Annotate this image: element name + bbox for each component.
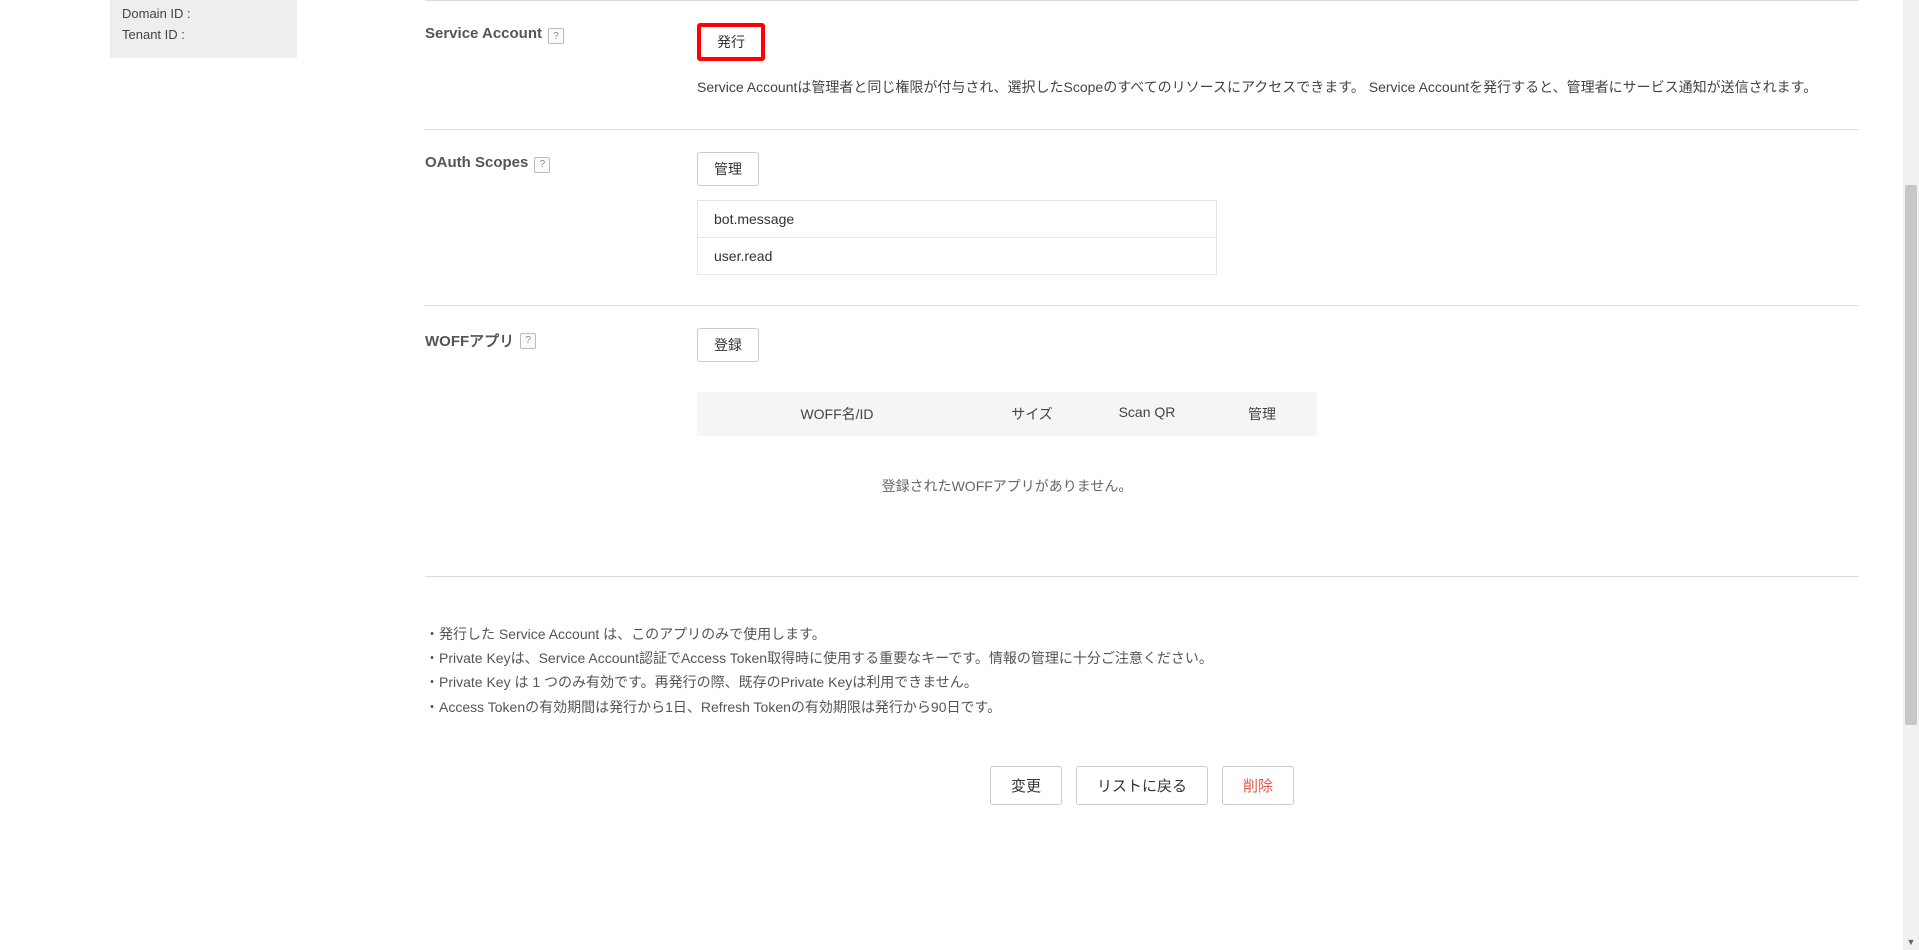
left-rail xyxy=(0,0,110,950)
woff-col-size: サイズ xyxy=(977,404,1087,424)
woff-app-label: WOFFアプリ xyxy=(425,330,514,351)
oauth-scopes-label: OAuth Scopes xyxy=(425,154,528,171)
oauth-scopes-label-row: OAuth Scopes ? xyxy=(425,152,673,275)
scope-list: bot.message user.read xyxy=(697,200,1217,275)
section-oauth-scopes: OAuth Scopes ? 管理 bot.message user.read xyxy=(425,129,1859,305)
woff-col-qr: Scan QR xyxy=(1087,404,1207,424)
issue-button[interactable]: 発行 xyxy=(697,23,765,61)
scope-item: bot.message xyxy=(698,201,1216,237)
help-icon[interactable]: ? xyxy=(534,157,550,173)
service-account-label-row: Service Account ? xyxy=(425,23,673,99)
woff-table-header: WOFF名/ID サイズ Scan QR 管理 xyxy=(697,392,1317,436)
notes-block: ・発行した Service Account は、このアプリのみで使用します。 ・… xyxy=(425,576,1859,719)
back-to-list-button[interactable]: リストに戻る xyxy=(1076,766,1208,805)
oauth-scopes-content: 管理 bot.message user.read xyxy=(697,152,1859,275)
help-icon[interactable]: ? xyxy=(520,333,536,349)
section-woff-app: WOFFアプリ ? 登録 WOFF名/ID サイズ Scan QR 管理 登録さ… xyxy=(425,305,1859,576)
service-account-content: 発行 Service Accountは管理者と同じ権限が付与され、選択したSco… xyxy=(697,23,1859,99)
woff-col-manage: 管理 xyxy=(1207,404,1317,424)
sidebar: Domain ID : Tenant ID : xyxy=(110,0,297,950)
help-icon[interactable]: ? xyxy=(548,28,564,44)
section-service-account: Service Account ? 発行 Service Accountは管理者… xyxy=(425,0,1859,129)
scroll-down-icon[interactable]: ▼ xyxy=(1903,934,1919,950)
woff-empty-message: 登録されたWOFFアプリがありません。 xyxy=(697,436,1317,546)
domain-id-label: Domain ID : xyxy=(122,4,285,25)
note-line: ・Private Keyは、Service Account認証でAccess T… xyxy=(425,647,1859,669)
change-button[interactable]: 変更 xyxy=(990,766,1062,805)
woff-app-content: 登録 WOFF名/ID サイズ Scan QR 管理 登録されたWOFFアプリが… xyxy=(697,328,1859,546)
service-account-label: Service Account xyxy=(425,25,542,42)
scrollbar-thumb[interactable] xyxy=(1905,185,1917,725)
register-woff-button[interactable]: 登録 xyxy=(697,328,759,362)
service-account-description: Service Accountは管理者と同じ権限が付与され、選択したScopeの… xyxy=(697,77,1859,99)
woff-app-label-row: WOFFアプリ ? xyxy=(425,328,673,546)
footer-buttons: 変更 リストに戻る 削除 xyxy=(425,766,1859,845)
note-line: ・発行した Service Account は、このアプリのみで使用します。 xyxy=(425,623,1859,645)
note-line: ・Private Key は 1 つのみ有効です。再発行の際、既存のPrivat… xyxy=(425,671,1859,693)
delete-button[interactable]: 削除 xyxy=(1222,766,1294,805)
note-line: ・Access Tokenの有効期間は発行から1日、Refresh Tokenの… xyxy=(425,696,1859,718)
id-info-box: Domain ID : Tenant ID : xyxy=(110,0,297,58)
main-content: Service Account ? 発行 Service Accountは管理者… xyxy=(297,0,1919,950)
scrollbar[interactable]: ▼ xyxy=(1903,0,1919,950)
scope-item: user.read xyxy=(698,237,1216,274)
manage-scopes-button[interactable]: 管理 xyxy=(697,152,759,186)
tenant-id-label: Tenant ID : xyxy=(122,25,285,46)
woff-col-name: WOFF名/ID xyxy=(697,404,977,424)
